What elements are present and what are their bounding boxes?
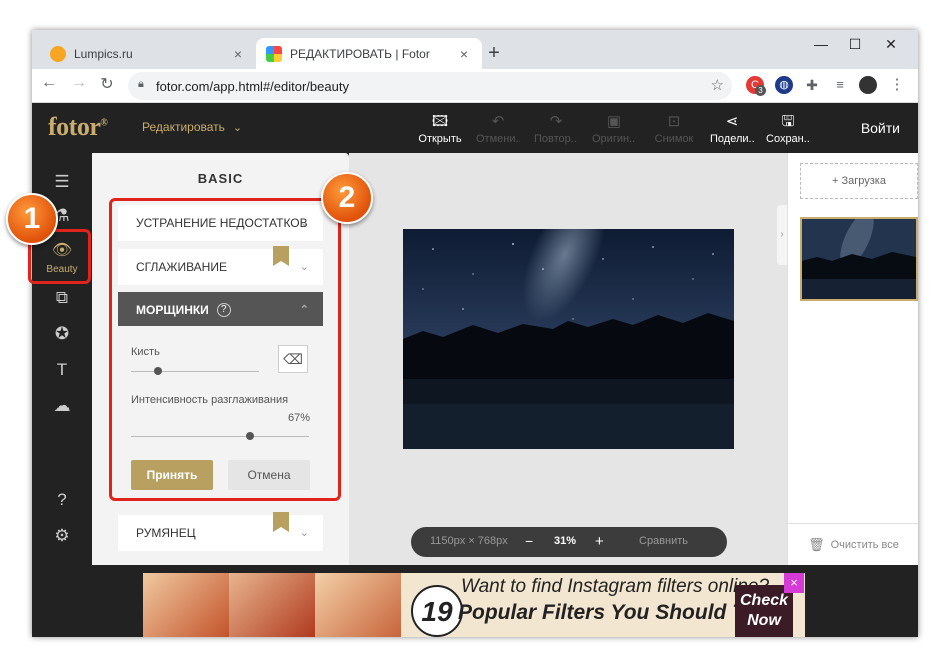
- minimize-icon[interactable]: —: [810, 36, 832, 52]
- chevron-down-icon: ⌄: [299, 527, 309, 539]
- login-button[interactable]: Войти: [861, 120, 900, 136]
- adjust-sliders-icon[interactable]: ☰: [49, 169, 75, 195]
- back-icon[interactable]: ←: [38, 74, 60, 92]
- open-button[interactable]: 🖾︎ Открыть: [418, 114, 462, 145]
- premium-badge-icon: [273, 512, 289, 532]
- save-icon: 🖫︎: [781, 114, 795, 130]
- image-dimensions: 1150px × 768px: [430, 535, 508, 547]
- trash-icon: 🗑︎: [808, 536, 825, 552]
- reading-list-icon[interactable]: ≡: [831, 76, 849, 94]
- maximize-icon[interactable]: ☐: [844, 36, 866, 53]
- forward-icon[interactable]: →: [68, 74, 90, 92]
- tab-title: Lumpics.ru: [74, 46, 133, 61]
- ad-photo: [143, 573, 229, 637]
- share-icon: ⋖: [725, 114, 739, 130]
- tab-title: РЕДАКТИРОВАТЬ | Fotor: [290, 46, 430, 61]
- redo-icon: ↷: [549, 114, 563, 130]
- tab-lumpics[interactable]: Lumpics.ru ×: [40, 38, 256, 69]
- cloud-upload-icon[interactable]: ☁: [49, 393, 75, 419]
- profile-avatar[interactable]: [859, 76, 877, 94]
- editor-canvas: 1150px × 768px − 31% + Сравнить: [349, 153, 787, 565]
- compare-button[interactable]: Сравнить: [639, 535, 688, 547]
- ad-banner[interactable]: 19 Want to find Instagram filters online…: [143, 573, 805, 637]
- ad-photo: [229, 573, 315, 637]
- ad-close-icon[interactable]: ×: [784, 573, 804, 593]
- step-badge-1: 1: [6, 193, 58, 245]
- collapse-right-panel-icon[interactable]: ›: [777, 205, 787, 265]
- browser-toolbar: ← → ↻ 🔒︎ fotor.com/app.html#/editor/beau…: [32, 69, 918, 103]
- edit-mode-dropdown[interactable]: Редактировать ⌄: [142, 120, 242, 134]
- undo-icon: ↶: [491, 114, 505, 130]
- ad-photo: [315, 573, 401, 637]
- snapshot-icon: ⊡: [667, 114, 681, 130]
- photo-night-sky[interactable]: [403, 229, 734, 449]
- open-icon: 🖾︎: [431, 114, 449, 130]
- zoom-in-button[interactable]: +: [595, 533, 604, 550]
- address-bar[interactable]: 🔒︎ fotor.com/app.html#/editor/beauty ☆: [128, 72, 732, 100]
- original-icon: ▣: [606, 114, 622, 130]
- ad-subheadline: Popular Filters You Should Try: [458, 601, 765, 624]
- globe-extension-icon[interactable]: ◍: [775, 76, 793, 94]
- lock-icon: 🔒︎: [138, 78, 144, 90]
- fotor-header: fotor® Редактировать ⌄ 🖾︎ Открыть ↶ Отмени.…: [32, 103, 918, 153]
- fotor-logo[interactable]: fotor®: [48, 112, 108, 142]
- share-button[interactable]: ⋖ Подели...: [710, 114, 754, 145]
- text-icon[interactable]: T: [49, 357, 75, 383]
- close-tab-icon[interactable]: ×: [456, 46, 472, 62]
- bookmark-star-icon[interactable]: ☆: [711, 76, 724, 94]
- close-tab-icon[interactable]: ×: [230, 46, 246, 62]
- help-icon[interactable]: ?: [49, 487, 75, 513]
- chevron-down-icon: ⌄: [232, 122, 243, 134]
- frames-icon[interactable]: ⧉: [49, 285, 75, 311]
- upload-button[interactable]: + Загрузка: [800, 163, 918, 199]
- zoom-level: 31%: [554, 535, 577, 547]
- redo-button[interactable]: ↷ Повтор...: [534, 114, 578, 145]
- zoom-bar: 1150px × 768px − 31% + Сравнить: [411, 527, 727, 557]
- url-text: fotor.com/app.html#/editor/beauty: [156, 78, 349, 94]
- section-blush[interactable]: РУМЯНЕЦ ⌄: [118, 512, 323, 551]
- right-panel: + Загрузка 🗑︎ Очистить все: [787, 153, 918, 565]
- ad-number: 19: [411, 585, 463, 637]
- panel-title: BASIC: [197, 171, 244, 186]
- step-badge-2: 2: [321, 172, 373, 224]
- zoom-out-button[interactable]: −: [525, 533, 533, 549]
- extension-badge: 3: [755, 85, 766, 96]
- reload-icon[interactable]: ↻: [96, 74, 118, 94]
- highlight-box-wrinkles: [109, 198, 341, 501]
- tab-fotor[interactable]: РЕДАКТИРОВАТЬ | Fotor ×: [256, 38, 482, 69]
- new-tab-icon[interactable]: +: [482, 42, 506, 65]
- ad-headline: Want to find Instagram filters online?: [461, 576, 770, 597]
- lumpics-favicon-icon: [50, 45, 66, 62]
- ad-bar: 19 Want to find Instagram filters online…: [32, 565, 918, 637]
- menu-dots-icon[interactable]: ⋮: [888, 76, 906, 94]
- fotor-favicon-icon: [266, 45, 282, 62]
- tab-strip: Lumpics.ru × РЕДАКТИРОВАТЬ | Fotor × + —…: [32, 30, 918, 69]
- save-button[interactable]: 🖫︎ Сохран...: [766, 114, 810, 145]
- original-button[interactable]: ▣ Оригин...: [592, 114, 636, 145]
- image-thumbnail[interactable]: [800, 217, 918, 301]
- undo-button[interactable]: ↶ Отмени...: [476, 114, 520, 145]
- clear-all-button[interactable]: 🗑︎ Очистить все: [788, 523, 918, 565]
- snapshot-button[interactable]: ⊡ Снимок: [652, 114, 696, 145]
- close-window-icon[interactable]: ✕: [880, 36, 902, 53]
- settings-gear-icon[interactable]: ⚙: [49, 523, 75, 549]
- stickers-star-icon[interactable]: ✪: [49, 321, 75, 347]
- puzzle-extensions-icon[interactable]: ✚: [803, 76, 821, 94]
